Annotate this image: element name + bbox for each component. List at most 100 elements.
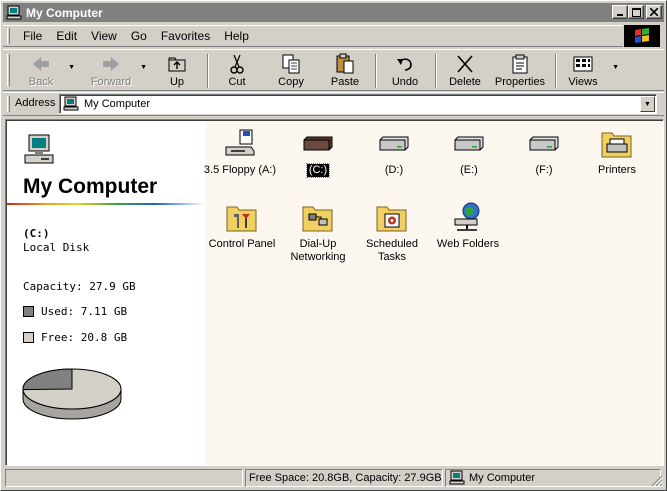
back-arrow-icon	[33, 57, 49, 71]
address-field[interactable]: My Computer ▼	[59, 94, 657, 114]
status-bar: Free Space: 20.8GB, Capacity: 27.9GB My …	[3, 468, 664, 488]
menu-bar: File Edit View Go Favorites Help	[3, 25, 623, 47]
scheduled-tasks-folder-icon	[376, 206, 407, 232]
toolbar-separator	[375, 54, 377, 88]
toolbar-separator	[555, 54, 557, 88]
menu-edit[interactable]: Edit	[49, 29, 84, 43]
cut-label: Cut	[228, 76, 246, 88]
rainbow-divider	[7, 203, 205, 205]
properties-icon	[512, 54, 528, 74]
close-button[interactable]	[646, 5, 662, 19]
windows-flag-icon	[635, 28, 649, 43]
selected-drive-type: Local Disk	[23, 241, 90, 254]
free-space-text: Free: 20.8 GB	[41, 331, 128, 344]
pie-used-slice	[22, 368, 73, 391]
printers-folder-icon	[601, 132, 632, 158]
undo-button[interactable]: Undo	[385, 52, 425, 90]
back-label: Back	[28, 76, 54, 88]
web-folders-item[interactable]: Web Folders	[429, 201, 507, 251]
menu-grip[interactable]	[7, 28, 10, 44]
forward-label: Forward	[90, 76, 132, 88]
menu-favorites[interactable]: Favorites	[154, 29, 217, 43]
icon-view: 3.5 Floppy (A:) (C:) (D:) (E:) (F:) Prin…	[203, 121, 663, 465]
pane-title: My Computer	[23, 175, 158, 198]
my-computer-icon	[6, 5, 22, 19]
up-button[interactable]: Up	[157, 52, 197, 90]
icon-label: (D:)	[384, 164, 404, 176]
scissors-icon	[230, 54, 244, 74]
status-location: My Computer	[445, 469, 661, 487]
icon-label: Web Folders	[436, 238, 500, 250]
address-value: My Computer	[84, 98, 151, 110]
toolbar-grip[interactable]	[7, 54, 10, 86]
dialup-networking-folder-icon	[302, 206, 333, 232]
window-title: My Computer	[26, 5, 103, 20]
properties-button[interactable]: Properties	[493, 52, 547, 90]
content-area: My Computer (C:) Local Disk Capacity: 27…	[5, 119, 664, 466]
control-panel-folder-icon	[226, 206, 257, 232]
floppy-drive-icon	[225, 129, 255, 156]
back-dropdown-icon[interactable]: ▼	[68, 64, 75, 71]
up-folder-icon	[168, 57, 186, 72]
properties-label: Properties	[494, 76, 546, 88]
hard-drive-icon	[529, 136, 559, 151]
undo-arrow-icon	[397, 58, 412, 71]
drive-capacity: Capacity: 27.9 GB	[23, 280, 136, 293]
free-color-swatch	[23, 332, 34, 343]
copy-button[interactable]: Copy	[271, 52, 311, 90]
paste-button[interactable]: Paste	[325, 52, 365, 90]
scheduled-tasks-item[interactable]: Scheduled Tasks	[353, 201, 431, 264]
chevron-down-icon: ▼	[644, 100, 651, 108]
icon-label: (F:)	[535, 164, 553, 176]
back-button[interactable]: Back ▼	[19, 52, 75, 90]
drive-d-item[interactable]: (D:)	[355, 127, 433, 177]
explorer-window: My Computer File Edit View Go Favorites …	[0, 0, 667, 491]
used-space-text: Used: 7.11 GB	[41, 305, 128, 318]
used-space-row: Used: 7.11 GB	[23, 305, 127, 318]
menu-view[interactable]: View	[84, 29, 124, 43]
address-dropdown-button[interactable]: ▼	[640, 96, 655, 112]
forward-dropdown-icon[interactable]: ▼	[140, 64, 147, 71]
copy-icon	[282, 54, 300, 74]
free-space-row: Free: 20.8 GB	[23, 331, 127, 344]
delete-x-icon	[457, 55, 473, 73]
my-computer-icon	[24, 134, 54, 164]
windows-logo	[624, 25, 660, 47]
maximize-icon	[631, 7, 641, 17]
menu-help[interactable]: Help	[217, 29, 256, 43]
menu-go[interactable]: Go	[124, 29, 154, 43]
icon-label: 3.5 Floppy (A:)	[203, 164, 277, 176]
my-computer-icon	[63, 96, 79, 111]
status-location-text: My Computer	[469, 472, 536, 484]
drive-c-item[interactable]: (C:)	[279, 127, 357, 178]
views-button[interactable]: Views ▼	[563, 52, 619, 90]
dialup-networking-item[interactable]: Dial-Up Networking	[279, 201, 357, 264]
hard-drive-icon	[303, 136, 333, 151]
forward-button[interactable]: Forward ▼	[87, 52, 147, 90]
views-icon	[573, 56, 593, 72]
icon-label: (E:)	[460, 164, 478, 176]
views-dropdown-icon[interactable]: ▼	[612, 64, 619, 71]
used-color-swatch	[23, 306, 34, 317]
minimize-button[interactable]	[612, 5, 628, 19]
resize-grip-icon[interactable]	[651, 475, 663, 487]
address-grip[interactable]	[7, 96, 10, 112]
cut-button[interactable]: Cut	[217, 52, 257, 90]
delete-button[interactable]: Delete	[445, 52, 485, 90]
control-panel-item[interactable]: Control Panel	[203, 201, 281, 251]
menu-file[interactable]: File	[16, 29, 49, 43]
title-bar[interactable]: My Computer	[3, 3, 664, 22]
delete-label: Delete	[449, 76, 481, 88]
drive-e-item[interactable]: (E:)	[430, 127, 508, 177]
maximize-button[interactable]	[628, 5, 644, 19]
undo-label: Undo	[391, 76, 419, 88]
paste-label: Paste	[330, 76, 360, 88]
window-controls	[612, 5, 662, 19]
paste-clipboard-icon	[336, 53, 354, 74]
printers-item[interactable]: Printers	[578, 127, 656, 177]
up-label: Up	[169, 76, 185, 88]
drive-f-item[interactable]: (F:)	[505, 127, 583, 177]
floppy-drive-item[interactable]: 3.5 Floppy (A:)	[201, 127, 279, 177]
hard-drive-icon	[454, 136, 484, 151]
copy-label: Copy	[278, 76, 304, 88]
